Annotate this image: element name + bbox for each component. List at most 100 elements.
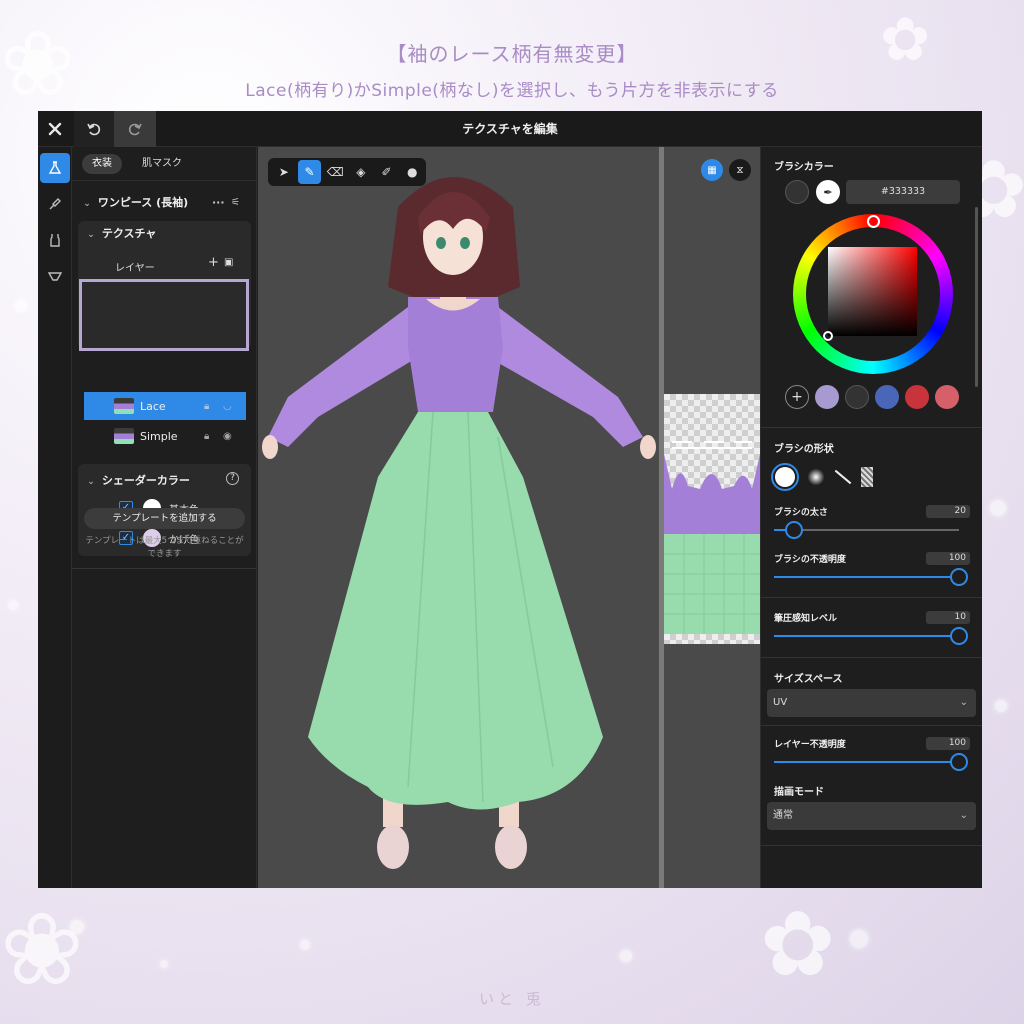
saturation-value-picker[interactable] bbox=[828, 247, 917, 336]
bubble-decor bbox=[995, 700, 1007, 712]
model-viewport[interactable]: ➤ ✎ ⌫ ◈ ✐ ● bbox=[258, 147, 659, 888]
texture-section-header[interactable]: ⌄ テクスチャ bbox=[84, 225, 156, 241]
palette-swatch[interactable] bbox=[935, 385, 959, 409]
pressure-slider[interactable] bbox=[774, 627, 968, 645]
soft-brush-icon[interactable] bbox=[806, 467, 826, 487]
lock-icon[interactable]: 🔒︎ bbox=[204, 431, 209, 442]
lock-icon[interactable]: 🔒︎ bbox=[204, 401, 209, 412]
pen-tool-button[interactable]: ✎ bbox=[297, 160, 322, 184]
tab-costume[interactable]: 衣装 bbox=[82, 154, 122, 174]
drop-icon: ● bbox=[406, 165, 418, 179]
bubble-decor bbox=[990, 500, 1006, 516]
top-bar: テクスチャを編集 bbox=[38, 111, 982, 147]
slider-value[interactable]: 20 bbox=[926, 505, 970, 518]
eye-icon[interactable]: ◉ bbox=[223, 431, 232, 442]
uv-mirror-button[interactable]: ⧖ bbox=[729, 159, 751, 181]
banner-title: 【袖のレース柄有無変更】 bbox=[386, 42, 638, 66]
layer-opacity-value[interactable]: 100 bbox=[926, 737, 970, 750]
fill-tool-button[interactable]: ◈ bbox=[349, 160, 373, 184]
help-icon[interactable]: ? bbox=[226, 472, 239, 485]
eraser-tool-button[interactable]: ⌫ bbox=[323, 160, 347, 184]
slider-knob[interactable] bbox=[785, 521, 804, 539]
slider-label: ブラシの太さ bbox=[774, 508, 828, 518]
rail-top-button[interactable] bbox=[40, 225, 70, 255]
uv-grid-button[interactable]: ▦ bbox=[701, 159, 723, 181]
texture-editor-window: テクスチャを編集 衣装 肌マスク ⌄ ワンピース (長袖) ··· ⚟ ⌄ テク… bbox=[38, 111, 982, 888]
divider bbox=[72, 568, 257, 569]
uv-texture-image bbox=[664, 394, 760, 644]
cursor-icon: ➤ bbox=[278, 165, 289, 179]
hex-color-input[interactable]: #333333 bbox=[846, 180, 960, 204]
item-header[interactable]: ⌄ ワンピース (長袖) ··· ⚟ bbox=[72, 189, 257, 217]
close-icon bbox=[48, 122, 62, 136]
layer-opacity-slider[interactable] bbox=[774, 753, 968, 771]
bubble-decor bbox=[620, 950, 632, 962]
shader-section-header[interactable]: ⌄ シェーダーカラー bbox=[84, 472, 190, 488]
palette-swatch[interactable] bbox=[815, 385, 839, 409]
undo-button[interactable] bbox=[74, 111, 114, 147]
chevron-down-icon: ⌄ bbox=[87, 230, 95, 240]
slider-fill bbox=[774, 635, 959, 637]
add-image-icon[interactable]: ▣ bbox=[224, 257, 233, 268]
divider bbox=[761, 427, 982, 428]
credit-signature: いと 兎 bbox=[479, 990, 545, 1008]
layer-thumbnail bbox=[114, 428, 134, 444]
palette-swatch[interactable] bbox=[845, 385, 869, 409]
color-wheel[interactable] bbox=[793, 214, 953, 374]
current-color-swatch[interactable] bbox=[785, 180, 809, 204]
palette-swatch[interactable] bbox=[905, 385, 929, 409]
item-title: ワンピース (長袖) bbox=[97, 196, 189, 209]
hue-handle[interactable] bbox=[867, 215, 880, 228]
layer-row-lace[interactable]: Lace 🔒︎ ◡ bbox=[84, 392, 246, 420]
rail-outfit-button[interactable] bbox=[40, 153, 70, 183]
select-value: 通常 bbox=[773, 810, 793, 821]
close-button[interactable] bbox=[38, 111, 72, 147]
slider-knob[interactable] bbox=[950, 753, 968, 771]
add-palette-color-button[interactable]: + bbox=[785, 385, 809, 409]
slider-value[interactable]: 10 bbox=[926, 611, 970, 624]
slider-value[interactable]: 100 bbox=[926, 552, 970, 565]
rail-brush-button[interactable] bbox=[40, 189, 70, 219]
mirror-icon: ⧖ bbox=[736, 164, 744, 176]
add-layer-icon[interactable]: + bbox=[208, 255, 219, 270]
add-template-button[interactable]: テンプレートを追加する bbox=[84, 508, 245, 529]
texture-brush-icon[interactable] bbox=[861, 467, 873, 487]
layer-row-simple[interactable]: Simple 🔒︎ ◉ bbox=[84, 422, 246, 450]
shader-section-title: シェーダーカラー bbox=[101, 474, 190, 487]
draw-mode-select[interactable]: 通常 ⌄ bbox=[767, 802, 976, 830]
size-space-select[interactable]: UV ⌄ bbox=[767, 689, 976, 717]
underwear-icon bbox=[47, 272, 63, 281]
brush-opacity-slider[interactable] bbox=[774, 568, 968, 586]
brush-shape-label: ブラシの形状 bbox=[774, 444, 834, 455]
eye-closed-icon[interactable]: ◡ bbox=[223, 401, 232, 412]
slider-label: 筆圧感知レベル bbox=[774, 614, 838, 624]
divider bbox=[761, 845, 982, 846]
scrollbar[interactable] bbox=[975, 207, 978, 387]
line-brush-icon[interactable] bbox=[834, 469, 852, 485]
smudge-tool-button[interactable]: ✐ bbox=[375, 160, 399, 184]
uv-preview-panel[interactable]: ▦ ⧖ bbox=[664, 147, 760, 888]
slider-fill bbox=[774, 576, 959, 578]
bubble-decor bbox=[160, 960, 168, 968]
pen-icon: ✎ bbox=[304, 165, 315, 179]
slider-label: ブラシの不透明度 bbox=[774, 555, 846, 565]
brush-shape-round-button[interactable] bbox=[771, 463, 799, 491]
brush-size-slider[interactable] bbox=[774, 521, 959, 539]
tab-skin-mask[interactable]: 肌マスク bbox=[132, 154, 192, 174]
more-icon[interactable]: ··· bbox=[212, 189, 225, 217]
redo-button[interactable] bbox=[114, 111, 156, 147]
layer-thumbnail bbox=[114, 398, 134, 414]
divider bbox=[761, 725, 982, 726]
slider-fill bbox=[774, 761, 959, 763]
select-tool-button[interactable]: ➤ bbox=[272, 160, 296, 184]
dropper-tool-button[interactable]: ● bbox=[400, 160, 424, 184]
slider-knob[interactable] bbox=[950, 568, 968, 586]
slider-knob[interactable] bbox=[950, 627, 968, 645]
palette-swatch[interactable] bbox=[875, 385, 899, 409]
bubble-decor bbox=[850, 930, 868, 948]
texture-section-title: テクスチャ bbox=[101, 227, 157, 240]
sv-handle[interactable] bbox=[823, 331, 833, 341]
eyedropper-button[interactable]: ✒ bbox=[816, 180, 840, 204]
rail-bottom-button[interactable] bbox=[40, 261, 70, 291]
adjust-icon[interactable]: ⚟ bbox=[231, 189, 240, 217]
